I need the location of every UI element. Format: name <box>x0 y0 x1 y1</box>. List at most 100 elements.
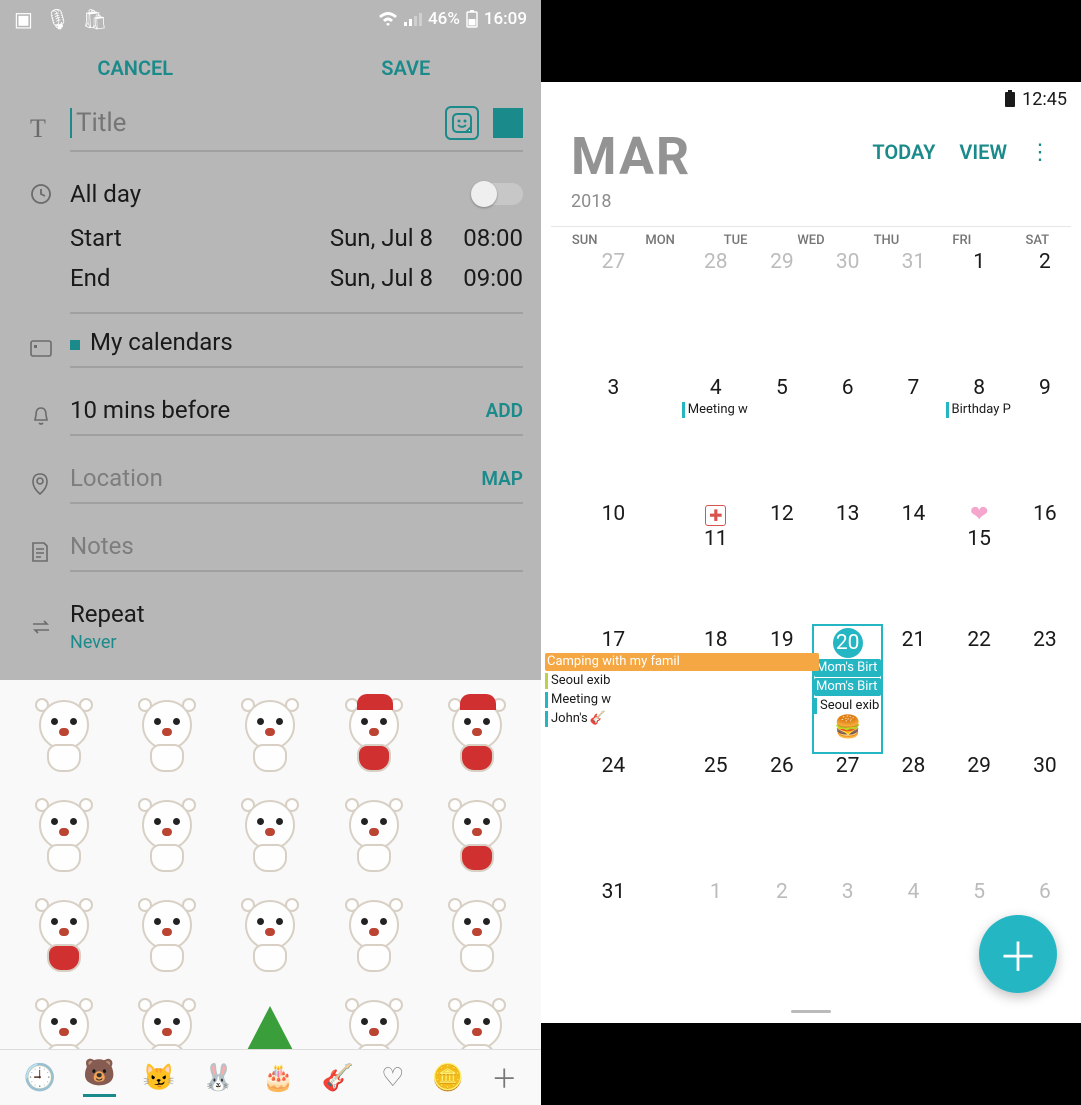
day-cell[interactable]: 14 <box>881 500 945 626</box>
day-cell[interactable]: 5 <box>750 374 814 500</box>
sticker-item[interactable] <box>14 788 113 884</box>
add-event-fab[interactable]: ＋ <box>979 915 1057 993</box>
day-cell[interactable]: 23 <box>1013 626 1077 752</box>
sticker-item[interactable] <box>324 788 423 884</box>
sticker-item[interactable] <box>324 688 423 784</box>
map-button[interactable]: MAP <box>481 467 523 490</box>
location-input[interactable]: Location <box>70 464 163 492</box>
day-cell[interactable]: 28 <box>682 248 750 374</box>
day-cell[interactable]: 2 <box>1013 248 1077 374</box>
day-cell[interactable]: 31 <box>545 878 682 1004</box>
day-cell[interactable]: 6 <box>814 374 881 500</box>
allday-toggle[interactable] <box>473 183 523 205</box>
event-chip[interactable]: Seoul exib <box>814 697 881 715</box>
drag-handle[interactable] <box>791 1010 831 1013</box>
day-cell[interactable]: 18 <box>682 626 750 752</box>
battery-pct: 46% <box>428 9 460 29</box>
sticker-item[interactable] <box>14 688 113 784</box>
today-button[interactable]: TODAY <box>872 126 935 164</box>
day-cell[interactable]: 13 <box>814 500 881 626</box>
day-cell[interactable]: 27 <box>545 248 682 374</box>
bunny-pack-tab[interactable]: 🐰 <box>202 1063 234 1093</box>
day-cell[interactable]: 4 <box>881 878 945 1004</box>
event-chip[interactable]: Mom's Birt <box>814 659 881 677</box>
sticker-item[interactable] <box>428 888 527 984</box>
day-cell[interactable]: 30 <box>814 248 881 374</box>
sticker-item[interactable] <box>14 988 113 1049</box>
title-input[interactable] <box>76 108 445 138</box>
day-cell[interactable]: 30 <box>1013 752 1077 878</box>
add-reminder-button[interactable]: ADD <box>486 399 523 422</box>
sticker-item[interactable] <box>428 788 527 884</box>
sticker-item[interactable] <box>117 888 216 984</box>
event-chip[interactable]: Camping with my famil <box>545 653 819 671</box>
day-cell[interactable]: 28 <box>881 752 945 878</box>
day-cell[interactable]: 9 <box>1013 374 1077 500</box>
event-chip[interactable]: Meeting w <box>682 401 750 419</box>
color-picker[interactable] <box>493 108 523 138</box>
cake-pack-tab[interactable]: 🎂 <box>262 1063 294 1093</box>
repeat-label[interactable]: Repeat <box>70 600 523 628</box>
day-cell[interactable]: 1 <box>946 248 1013 374</box>
cat-pack-tab[interactable]: 😼 <box>143 1063 175 1093</box>
sticker-button[interactable] <box>445 106 479 140</box>
coin-pack-tab[interactable]: 🪙 <box>432 1063 464 1093</box>
day-cell[interactable]: 21 <box>881 626 945 752</box>
day-cell[interactable]: 29 <box>750 248 814 374</box>
day-cell[interactable]: 7 <box>881 374 945 500</box>
day-cell[interactable]: 22 <box>946 626 1013 752</box>
day-cell[interactable]: 24 <box>545 752 682 878</box>
day-cell[interactable]: 4Meeting w <box>682 374 750 500</box>
overflow-menu-icon[interactable]: ⋮ <box>1029 126 1051 165</box>
day-cell[interactable]: 3 <box>545 374 682 500</box>
reminder-value[interactable]: 10 mins before <box>70 396 230 424</box>
month-picker[interactable]: MAR 2018 <box>571 126 848 212</box>
day-cell[interactable]: 20Mom's BirtMom's BirtSeoul exib🍔 <box>812 624 883 754</box>
guitar-pack-tab[interactable]: 🎸 <box>322 1063 354 1093</box>
day-cell[interactable]: 27 <box>814 752 881 878</box>
bear-pack-tab[interactable]: 🐻 <box>83 1058 115 1097</box>
sticker-item[interactable] <box>221 788 320 884</box>
sticker-item[interactable] <box>117 988 216 1049</box>
day-cell[interactable]: 3 <box>814 878 881 1004</box>
calendar-select[interactable]: My calendars <box>70 328 523 356</box>
day-cell[interactable]: 19 <box>750 626 814 752</box>
add-pack-tab[interactable]: ＋ <box>491 1059 517 1096</box>
sticker-item[interactable] <box>117 788 216 884</box>
day-cell[interactable]: 25 <box>682 752 750 878</box>
recent-tab[interactable]: 🕘 <box>24 1063 56 1093</box>
cancel-button[interactable]: CANCEL <box>0 40 271 96</box>
day-cell[interactable]: 8Birthday P <box>946 374 1013 500</box>
start-row[interactable]: Start Sun, Jul 8 08:00 <box>70 218 523 258</box>
day-cell[interactable]: 10 <box>545 500 682 626</box>
event-chip[interactable]: Birthday P <box>946 401 1013 419</box>
sticker-item[interactable] <box>221 888 320 984</box>
event-chip[interactable]: Seoul exib <box>545 672 682 690</box>
sticker-item[interactable] <box>117 688 216 784</box>
day-cell[interactable]: 16 <box>1013 500 1077 626</box>
day-cell[interactable]: ❤15 <box>946 500 1013 626</box>
heart-pack-tab[interactable]: ♡ <box>381 1063 404 1093</box>
day-cell[interactable]: ✚11 <box>682 500 750 626</box>
sticker-item[interactable] <box>324 988 423 1049</box>
sticker-item[interactable] <box>14 888 113 984</box>
day-cell[interactable]: 17Camping with my familSeoul exibMeeting… <box>545 626 682 752</box>
day-cell[interactable]: 29 <box>946 752 1013 878</box>
day-cell[interactable]: 26 <box>750 752 814 878</box>
sticker-item[interactable] <box>221 988 320 1049</box>
day-cell[interactable]: 12 <box>750 500 814 626</box>
event-chip[interactable]: Meeting w <box>545 691 682 709</box>
notes-input[interactable]: Notes <box>70 532 523 560</box>
save-button[interactable]: SAVE <box>271 40 542 96</box>
view-button[interactable]: VIEW <box>959 126 1007 164</box>
sticker-item[interactable] <box>428 988 527 1049</box>
sticker-item[interactable] <box>324 888 423 984</box>
day-cell[interactable]: 2 <box>750 878 814 1004</box>
sticker-item[interactable] <box>428 688 527 784</box>
end-row[interactable]: End Sun, Jul 8 09:00 <box>70 258 523 298</box>
event-chip[interactable]: Mom's Birt <box>814 678 881 696</box>
sticker-item[interactable] <box>221 688 320 784</box>
day-cell[interactable]: 31 <box>881 248 945 374</box>
day-cell[interactable]: 1 <box>682 878 750 1004</box>
event-chip[interactable]: John's🎸 <box>545 710 682 728</box>
